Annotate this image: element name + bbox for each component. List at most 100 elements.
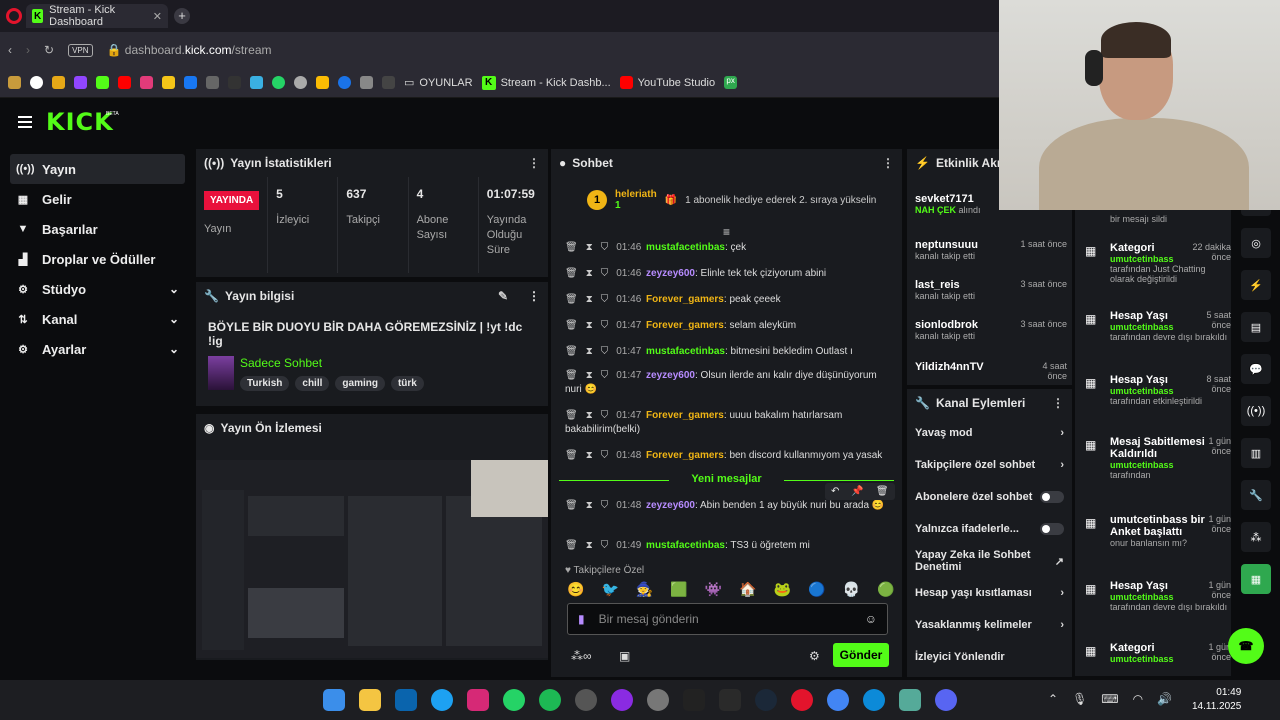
channel-action-item[interactable]: Hesap yaşı kısıtlaması › [907, 577, 1072, 609]
stream-preview-video[interactable] [196, 460, 548, 658]
support-fab-icon[interactable]: ☎ [1228, 628, 1264, 664]
emote-icon[interactable]: 🟩 [670, 581, 687, 598]
forward-icon[interactable]: › [26, 43, 30, 57]
clock[interactable]: 01:49 14.11.2025 [1192, 686, 1241, 714]
emote-icon[interactable]: 🐦 [601, 581, 618, 598]
store-icon[interactable]: ▣ [619, 649, 630, 663]
category-thumbnail[interactable] [208, 356, 234, 390]
timeout-icon[interactable]: ⧗ [586, 410, 593, 421]
delete-icon[interactable]: 🗑 [565, 500, 578, 511]
emote-icon[interactable]: 🟢 [877, 581, 894, 598]
chevron-up-icon[interactable]: ⌃ [1048, 692, 1058, 706]
bookmark-icon[interactable] [52, 76, 65, 89]
rail-button[interactable]: ▤ [1241, 312, 1271, 342]
emote-icon[interactable]: 💀 [843, 581, 860, 598]
bot-icon[interactable]: ⁂∞ [571, 649, 592, 663]
ban-icon[interactable]: ⛉ [601, 450, 609, 461]
rail-button[interactable]: ◎ [1241, 228, 1271, 258]
bookmark-icon[interactable]: px [724, 76, 738, 89]
kick-logo[interactable]: KICK [46, 108, 114, 136]
rail-button[interactable]: ⚡ [1241, 270, 1271, 300]
sidebar-item-studyo[interactable]: ⚙ Stüdyo ⌄ [10, 274, 185, 304]
channel-action-item[interactable]: Yasaklanmış kelimeler › [907, 609, 1072, 641]
sidebar-item-gelir[interactable]: ▦ Gelir [10, 184, 185, 214]
app-icon[interactable] [899, 689, 921, 711]
channel-action-item[interactable]: İzleyici Yönlendir [907, 641, 1072, 673]
ban-icon[interactable]: ⛉ [601, 294, 609, 305]
rail-button[interactable]: 🔧 [1241, 480, 1271, 510]
delete-icon[interactable]: 🗑 [565, 294, 578, 305]
more-options-icon[interactable]: ⋮ [1052, 396, 1064, 410]
epic-icon[interactable] [719, 689, 741, 711]
microphone-icon[interactable]: 🎙 [1072, 692, 1087, 706]
timeout-icon[interactable]: ⧗ [586, 294, 593, 305]
bookmark-icon[interactable] [316, 76, 329, 89]
chrome-icon[interactable] [827, 689, 849, 711]
delete-icon[interactable]: 🗑 [565, 242, 578, 253]
ban-icon[interactable]: ⛉ [601, 346, 609, 357]
timeout-icon[interactable]: ⧗ [586, 450, 593, 461]
delete-icon[interactable]: 🗑 [565, 370, 578, 381]
url-field[interactable]: 🔒 dashboard.kick.com/stream [107, 43, 272, 57]
ban-icon[interactable]: ⛉ [601, 242, 609, 253]
rail-button[interactable]: ((•)) [1241, 396, 1271, 426]
delete-icon[interactable]: 🗑 [565, 540, 578, 551]
wifi-icon[interactable]: ◠ [1133, 692, 1143, 706]
twitter-icon[interactable] [431, 689, 453, 711]
bookmark-icon[interactable] [140, 76, 153, 89]
instagram-icon[interactable] [467, 689, 489, 711]
channel-action-item[interactable]: Abonelere özel sohbet [907, 481, 1072, 513]
edge-icon[interactable] [863, 689, 885, 711]
steam-icon[interactable] [755, 689, 777, 711]
volume-icon[interactable]: 🔊 [1157, 692, 1172, 706]
bookmark-icon[interactable] [228, 76, 241, 89]
whatsapp-icon[interactable] [272, 76, 285, 89]
opera-icon[interactable] [791, 689, 813, 711]
ban-icon[interactable]: ⛉ [601, 500, 609, 511]
browser-tab[interactable]: K Stream - Kick Dashboard ✕ [26, 4, 168, 28]
timeout-icon[interactable]: ⧗ [586, 540, 593, 551]
bookmark-icon[interactable] [206, 76, 219, 89]
ban-icon[interactable]: ⛉ [601, 540, 609, 551]
chat-input[interactable]: ▮ Bir mesaj gönderin ☺ [567, 603, 888, 635]
timeout-icon[interactable]: ⧗ [586, 500, 593, 511]
app-icon[interactable] [611, 689, 633, 711]
sidebar-item-yayin[interactable]: ((•)) Yayın [10, 154, 185, 184]
spotify-icon[interactable] [539, 689, 561, 711]
more-options-icon[interactable]: ⋮ [528, 156, 540, 170]
more-options-icon[interactable]: ⋮ [882, 156, 894, 170]
sidebar-item-basarilar[interactable]: ▼ Başarılar [10, 214, 185, 244]
ban-icon[interactable]: ⛉ [601, 410, 609, 421]
toggle-switch[interactable] [1040, 523, 1064, 535]
timeout-icon[interactable]: ⧗ [586, 242, 593, 253]
channel-action-item[interactable]: Yalnızca ifadelerle... [907, 513, 1072, 545]
delete-icon[interactable]: 🗑 [876, 486, 889, 497]
keyboard-icon[interactable]: ⌨ [1101, 692, 1118, 706]
vpn-badge[interactable]: VPN [68, 43, 93, 57]
bookmark-folder-oyunlar[interactable]: ▭ OYUNLAR [404, 76, 473, 90]
bookmark-icon[interactable] [382, 76, 395, 89]
sidebar-item-droplar[interactable]: ▟ Droplar ve Ödüller [10, 244, 185, 274]
facebook-icon[interactable] [184, 76, 197, 89]
bookmark-icon[interactable] [162, 76, 175, 89]
pause-scroll-icon[interactable]: ≡ [723, 225, 730, 239]
new-tab-button[interactable]: + [174, 8, 190, 24]
delete-icon[interactable]: 🗑 [565, 450, 578, 461]
send-button[interactable]: Gönder [833, 643, 889, 667]
opera-icon[interactable] [6, 8, 22, 24]
rail-button[interactable]: ⁂ [1241, 522, 1271, 552]
epic-games-icon[interactable] [683, 689, 705, 711]
emote-icon[interactable]: 🔵 [808, 581, 825, 598]
sidebar-item-kanal[interactable]: ⇅ Kanal ⌄ [10, 304, 185, 334]
timeout-icon[interactable]: ⧗ [586, 370, 593, 381]
bookmark-icon[interactable] [338, 76, 351, 89]
timeout-icon[interactable]: ⧗ [586, 346, 593, 357]
youtube-icon[interactable] [118, 76, 131, 89]
back-icon[interactable]: ‹ [8, 43, 12, 57]
pin-icon[interactable]: 📌 [851, 486, 863, 497]
rail-button[interactable]: 💬 [1241, 354, 1271, 384]
delete-icon[interactable]: 🗑 [565, 346, 578, 357]
toggle-switch[interactable] [1040, 491, 1064, 503]
rail-button[interactable]: ▥ [1241, 438, 1271, 468]
discord-icon[interactable] [935, 689, 957, 711]
